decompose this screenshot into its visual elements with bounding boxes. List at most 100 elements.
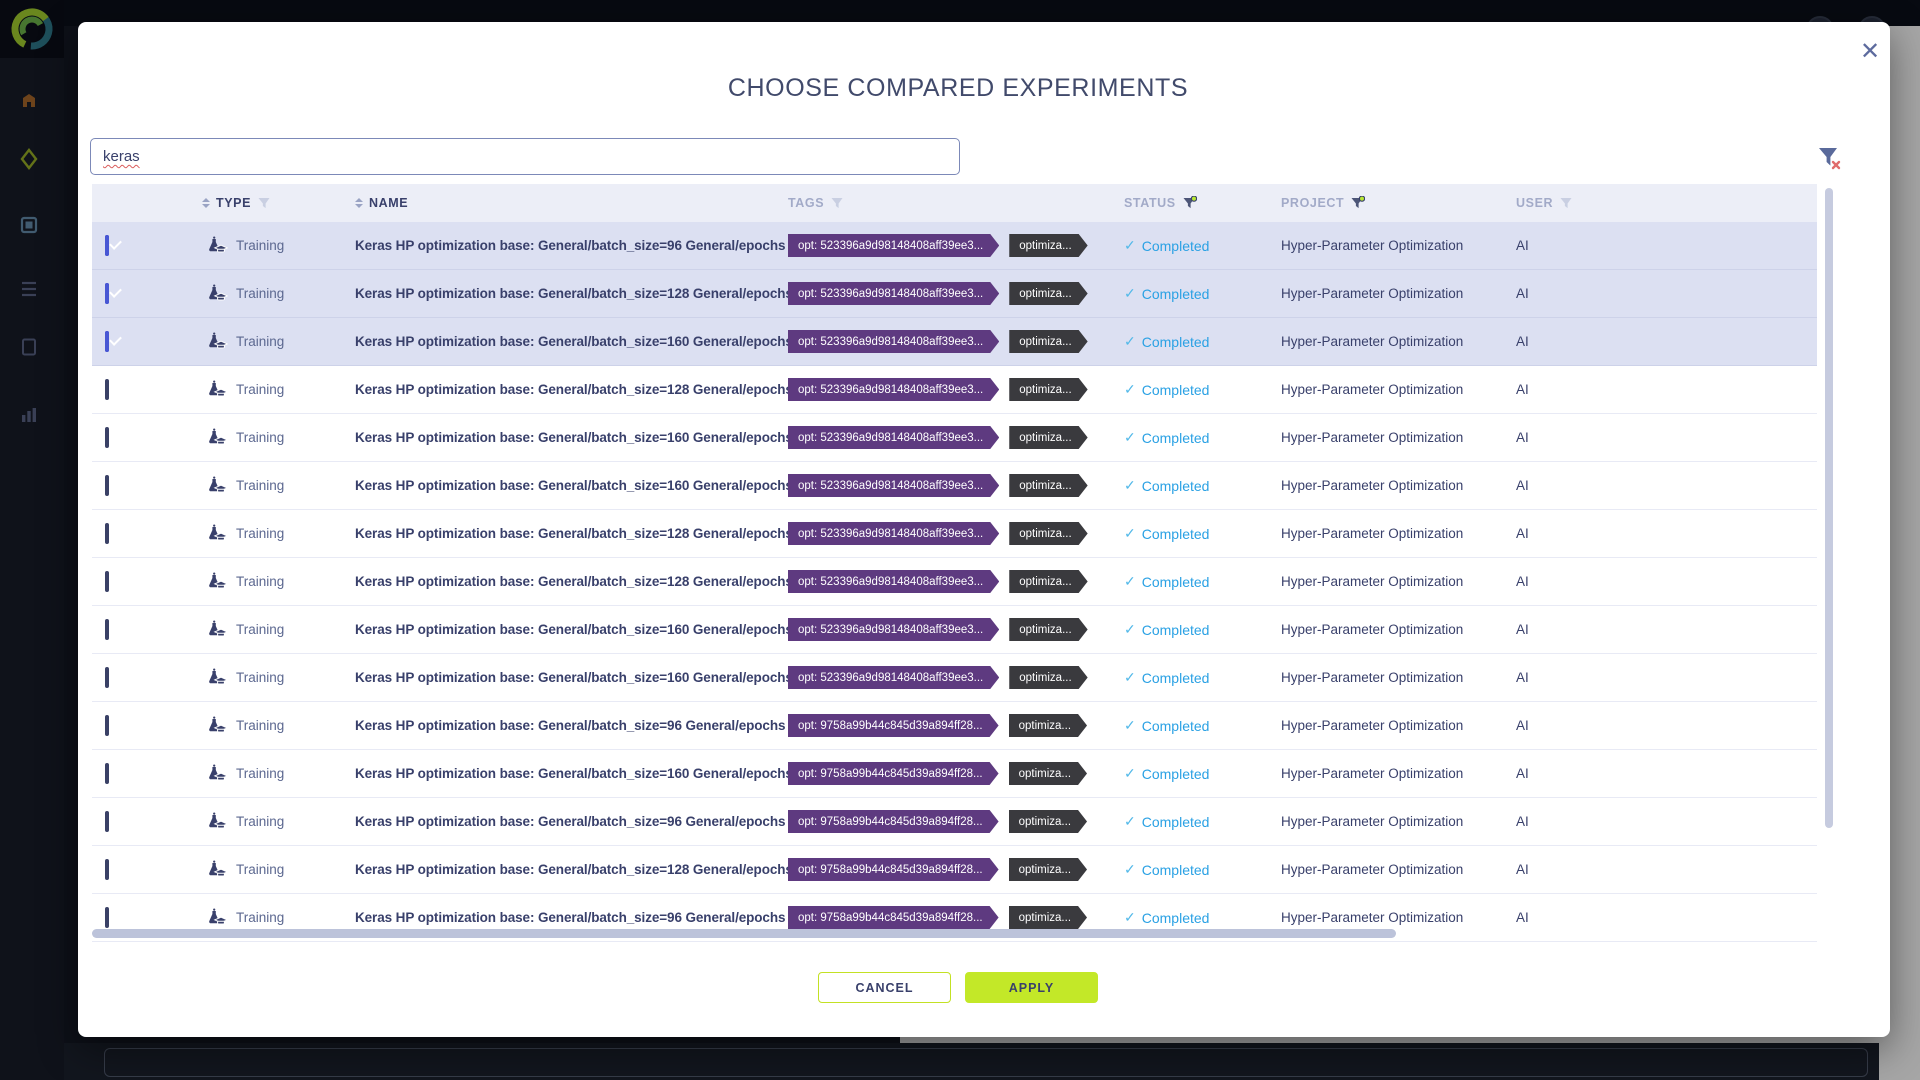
experiments-table: TYPE NAME TAGS STATUS PROJECT USER [92, 184, 1817, 952]
table-row[interactable]: Training Keras HP optimization base: Gen… [92, 750, 1817, 798]
column-header-tags[interactable]: TAGS [788, 196, 1124, 211]
table-row[interactable]: Training Keras HP optimization base: Gen… [92, 510, 1817, 558]
experiment-name: Keras HP optimization base: General/batc… [355, 238, 788, 253]
column-header-name[interactable]: NAME [355, 196, 788, 210]
project-name: Hyper-Parameter Optimization [1281, 766, 1516, 781]
table-row[interactable]: Training Keras HP optimization base: Gen… [92, 654, 1817, 702]
user-name: AI [1516, 574, 1817, 589]
filter-funnel-icon[interactable] [1182, 196, 1197, 211]
close-icon[interactable]: ✕ [1856, 38, 1884, 66]
experiment-type-label: Training [236, 382, 284, 397]
opt-tag: opt: 9758a99b44c845d39a894ff28... [788, 906, 999, 929]
table-row[interactable]: Training Keras HP optimization base: Gen… [92, 558, 1817, 606]
opt-tag: opt: 523396a9d98148408aff39ee3... [788, 522, 999, 545]
row-checkbox[interactable] [105, 235, 109, 256]
row-checkbox[interactable] [105, 571, 109, 592]
status-label: Completed [1142, 622, 1210, 638]
status-label: Completed [1142, 382, 1210, 398]
training-type-icon [206, 524, 228, 544]
optimization-tag: optimiza... [1009, 426, 1087, 449]
column-label: USER [1516, 196, 1553, 210]
training-type-icon [206, 572, 228, 592]
opt-tag: opt: 523396a9d98148408aff39ee3... [788, 378, 999, 401]
filter-funnel-icon[interactable] [257, 196, 272, 211]
filter-funnel-icon[interactable] [1559, 196, 1574, 211]
project-name: Hyper-Parameter Optimization [1281, 334, 1516, 349]
experiment-type-label: Training [236, 286, 284, 301]
search-input[interactable]: keras [90, 138, 960, 175]
completed-check-icon: ✓ [1124, 237, 1136, 254]
row-checkbox[interactable] [105, 475, 109, 496]
training-type-icon [206, 236, 228, 256]
table-row[interactable]: Training Keras HP optimization base: Gen… [92, 846, 1817, 894]
table-row[interactable]: Training Keras HP optimization base: Gen… [92, 462, 1817, 510]
row-checkbox[interactable] [105, 907, 109, 928]
column-label: TYPE [216, 196, 251, 210]
table-row[interactable]: Training Keras HP optimization base: Gen… [92, 798, 1817, 846]
row-checkbox[interactable] [105, 427, 109, 448]
status-label: Completed [1142, 478, 1210, 494]
project-name: Hyper-Parameter Optimization [1281, 862, 1516, 877]
project-name: Hyper-Parameter Optimization [1281, 286, 1516, 301]
row-checkbox[interactable] [105, 619, 109, 640]
opt-tag: opt: 9758a99b44c845d39a894ff28... [788, 762, 999, 785]
horizontal-scrollbar[interactable] [92, 929, 1396, 938]
filter-funnel-icon[interactable] [1350, 196, 1365, 211]
column-label: PROJECT [1281, 196, 1344, 210]
row-checkbox[interactable] [105, 331, 109, 352]
status-label: Completed [1142, 910, 1210, 926]
filter-funnel-icon[interactable] [830, 196, 845, 211]
clear-filters-icon[interactable] [1812, 140, 1846, 174]
experiment-name: Keras HP optimization base: General/batc… [355, 814, 788, 829]
user-name: AI [1516, 862, 1817, 877]
column-header-type[interactable]: TYPE [202, 196, 355, 211]
vertical-scrollbar[interactable] [1825, 188, 1833, 828]
project-name: Hyper-Parameter Optimization [1281, 910, 1516, 925]
table-row[interactable]: Training Keras HP optimization base: Gen… [92, 702, 1817, 750]
row-checkbox[interactable] [105, 715, 109, 736]
table-header-row: TYPE NAME TAGS STATUS PROJECT USER [92, 184, 1817, 222]
cancel-button[interactable]: CANCEL [818, 972, 951, 1003]
user-name: AI [1516, 238, 1817, 253]
training-type-icon [206, 668, 228, 688]
status-label: Completed [1142, 670, 1210, 686]
experiment-type-label: Training [236, 478, 284, 493]
sort-icon[interactable] [202, 198, 210, 208]
column-header-project[interactable]: PROJECT [1281, 196, 1516, 211]
table-row[interactable]: Training Keras HP optimization base: Gen… [92, 318, 1817, 366]
user-name: AI [1516, 286, 1817, 301]
apply-button[interactable]: APPLY [965, 972, 1098, 1003]
choose-compared-experiments-dialog: ✕ CHOOSE COMPARED EXPERIMENTS keras TYPE… [78, 22, 1890, 1037]
table-row[interactable]: Training Keras HP optimization base: Gen… [92, 606, 1817, 654]
project-name: Hyper-Parameter Optimization [1281, 430, 1516, 445]
row-checkbox[interactable] [105, 667, 109, 688]
row-checkbox[interactable] [105, 379, 109, 400]
experiment-type-label: Training [236, 670, 284, 685]
training-type-icon [206, 428, 228, 448]
table-row[interactable]: Training Keras HP optimization base: Gen… [92, 222, 1817, 270]
opt-tag: opt: 9758a99b44c845d39a894ff28... [788, 810, 999, 833]
row-checkbox[interactable] [105, 763, 109, 784]
sort-icon[interactable] [355, 198, 363, 208]
row-checkbox[interactable] [105, 859, 109, 880]
opt-tag: opt: 9758a99b44c845d39a894ff28... [788, 858, 999, 881]
experiment-name: Keras HP optimization base: General/batc… [355, 526, 788, 541]
column-label: NAME [369, 196, 408, 210]
training-type-icon [206, 812, 228, 832]
training-type-icon [206, 908, 228, 928]
opt-tag: opt: 523396a9d98148408aff39ee3... [788, 474, 999, 497]
table-row[interactable]: Training Keras HP optimization base: Gen… [92, 366, 1817, 414]
column-header-user[interactable]: USER [1516, 196, 1817, 211]
completed-check-icon: ✓ [1124, 525, 1136, 542]
project-name: Hyper-Parameter Optimization [1281, 238, 1516, 253]
row-checkbox[interactable] [105, 283, 109, 304]
table-row[interactable]: Training Keras HP optimization base: Gen… [92, 270, 1817, 318]
table-row[interactable]: Training Keras HP optimization base: Gen… [92, 414, 1817, 462]
column-header-status[interactable]: STATUS [1124, 196, 1281, 211]
row-checkbox[interactable] [105, 811, 109, 832]
optimization-tag: optimiza... [1009, 618, 1087, 641]
row-checkbox[interactable] [105, 523, 109, 544]
user-name: AI [1516, 622, 1817, 637]
user-name: AI [1516, 670, 1817, 685]
experiment-name: Keras HP optimization base: General/batc… [355, 334, 788, 349]
